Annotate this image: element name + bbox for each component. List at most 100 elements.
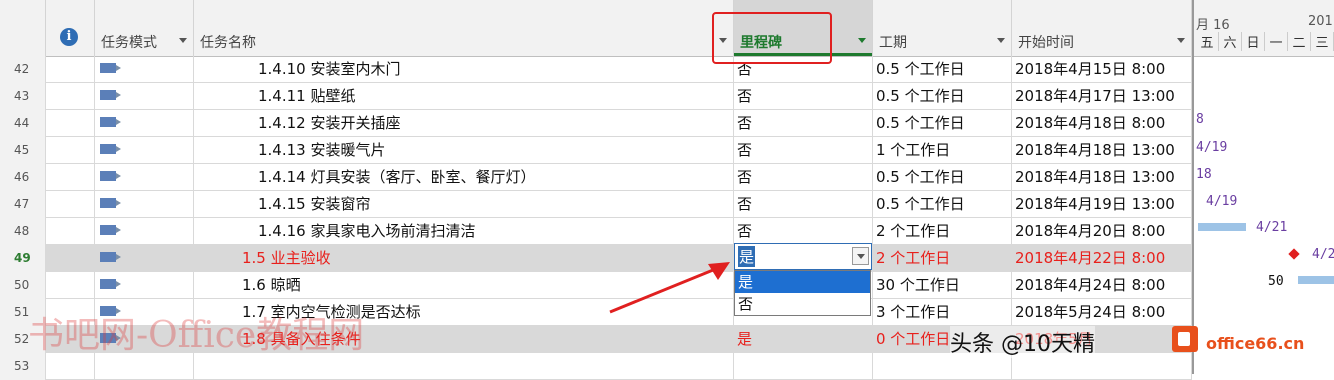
info-cell[interactable]	[46, 137, 95, 164]
gantt-bar-50[interactable]	[1298, 276, 1334, 284]
gantt-bar-48[interactable]	[1198, 223, 1246, 231]
task-name-cell[interactable]: 1.4.16 家具家电入场前清扫清洁	[194, 218, 734, 245]
watermark-author: 头条 @10天精	[950, 326, 1095, 358]
row-number: 50	[0, 272, 46, 299]
milestone-cell[interactable]: 否	[734, 83, 873, 110]
highlight-box	[712, 12, 832, 64]
dropdown-option-no[interactable]: 否	[735, 293, 870, 315]
info-cell[interactable]	[46, 245, 95, 272]
info-cell[interactable]	[46, 110, 95, 137]
info-cell[interactable]	[46, 191, 95, 218]
task-mode-cell[interactable]	[95, 137, 194, 164]
milestone-cell[interactable]	[734, 353, 873, 380]
task-name-cell[interactable]: 1.4.12 安装开关插座	[194, 110, 734, 137]
task-mode-cell[interactable]	[95, 164, 194, 191]
start-cell[interactable]: 2018年4月18日 13:00	[1012, 137, 1192, 164]
info-cell[interactable]	[46, 164, 95, 191]
table-row[interactable]: 50 1.6 晾晒 30 个工作日 2018年4月24日 8:00	[0, 272, 1192, 299]
task-name-cell[interactable]: 1.4.15 安装窗帘	[194, 191, 734, 218]
task-mode-cell[interactable]	[95, 218, 194, 245]
info-column-header[interactable]: i	[46, 0, 95, 56]
info-cell[interactable]	[46, 83, 95, 110]
duration-label: 工期	[879, 35, 907, 51]
duration-cell[interactable]: 0.5 个工作日	[873, 191, 1012, 218]
task-name-cell[interactable]: 1.4.13 安装暖气片	[194, 137, 734, 164]
row-number: 49	[0, 245, 46, 272]
dropdown-option-yes[interactable]: 是	[735, 271, 870, 293]
duration-column-header[interactable]: 工期	[873, 0, 1012, 56]
gantt-day-label: 二	[1288, 32, 1311, 51]
table-row[interactable]: 47 1.4.15 安装窗帘否 0.5 个工作日 2018年4月19日 13:00	[0, 191, 1192, 218]
task-mode-column-header[interactable]: 任务模式	[95, 0, 194, 56]
milestone-cell[interactable]: 否	[734, 137, 873, 164]
gantt-day-label: 一	[1265, 32, 1288, 51]
auto-schedule-icon	[100, 144, 121, 154]
duration-cell[interactable]: 2 个工作日	[873, 245, 1012, 272]
auto-schedule-icon	[100, 90, 121, 100]
gantt-day-label: 三	[1311, 32, 1334, 51]
task-name-cell[interactable]: 1.4.10 安装室内木门	[194, 56, 734, 83]
chevron-down-icon[interactable]	[1177, 38, 1185, 43]
milestone-cell[interactable]: 否	[734, 191, 873, 218]
task-mode-cell[interactable]	[95, 83, 194, 110]
milestone-cell[interactable]: 是	[734, 326, 873, 353]
start-label: 开始时间	[1018, 35, 1074, 51]
gantt-month-right: 201	[1308, 14, 1333, 29]
task-mode-cell[interactable]	[95, 56, 194, 83]
milestone-cell[interactable]: 否	[734, 164, 873, 191]
chevron-down-icon[interactable]	[858, 38, 866, 43]
start-cell[interactable]: 2018年5月24日 8:00	[1012, 299, 1192, 326]
table-row[interactable]: 43 1.4.11 贴壁纸否 0.5 个工作日 2018年4月17日 13:00	[0, 83, 1192, 110]
task-name-cell[interactable]: 1.4.14 灯具安装（客厅、卧室、餐厅灯）	[194, 164, 734, 191]
task-mode-cell[interactable]	[95, 245, 194, 272]
task-name-column-header[interactable]: 任务名称	[194, 0, 734, 56]
chevron-down-icon[interactable]	[997, 38, 1005, 43]
dropdown-chevron-button[interactable]	[852, 247, 869, 265]
row-number-header	[0, 0, 46, 56]
milestone-dropdown[interactable]: 是	[734, 243, 872, 270]
start-column-header[interactable]: 开始时间	[1012, 0, 1192, 56]
start-cell[interactable]: 2018年4月19日 13:00	[1012, 191, 1192, 218]
milestone-cell[interactable]: 否	[734, 110, 873, 137]
table-row[interactable]: 46 1.4.14 灯具安装（客厅、卧室、餐厅灯）否 0.5 个工作日 2018年4月…	[0, 164, 1192, 191]
duration-cell[interactable]: 3 个工作日	[873, 299, 1012, 326]
chevron-down-icon[interactable]	[179, 38, 187, 43]
table-row[interactable]: 42 1.4.10 安装室内木门否 0.5 个工作日 2018年4月15日 8:00	[0, 56, 1192, 83]
row-number: 48	[0, 218, 46, 245]
start-cell[interactable]: 2018年4月20日 8:00	[1012, 218, 1192, 245]
task-mode-label: 任务模式	[101, 35, 157, 51]
task-mode-cell[interactable]	[95, 110, 194, 137]
milestone-cell[interactable]: 否	[734, 218, 873, 245]
table-row[interactable]: 491.5 业主验收是2 个工作日2018年4月22日 8:00	[0, 245, 1192, 272]
table-row[interactable]: 44 1.4.12 安装开关插座否 0.5 个工作日 2018年4月18日 8:00	[0, 110, 1192, 137]
duration-cell[interactable]: 30 个工作日	[873, 272, 1012, 299]
duration-cell[interactable]: 0.5 个工作日	[873, 83, 1012, 110]
duration-cell[interactable]: 1 个工作日	[873, 137, 1012, 164]
task-mode-cell[interactable]	[95, 272, 194, 299]
auto-schedule-icon	[100, 171, 121, 181]
duration-cell[interactable]: 0.5 个工作日	[873, 164, 1012, 191]
start-cell[interactable]: 2018年4月17日 13:00	[1012, 83, 1192, 110]
table-row[interactable]: 48 1.4.16 家具家电入场前清扫清洁否 2 个工作日 2018年4月20日 8:…	[0, 218, 1192, 245]
info-cell[interactable]	[46, 56, 95, 83]
office-logo-text: office66.cn	[1206, 334, 1305, 353]
duration-cell[interactable]: 0.5 个工作日	[873, 56, 1012, 83]
start-cell[interactable]: 2018年4月18日 13:00	[1012, 164, 1192, 191]
info-cell[interactable]	[46, 218, 95, 245]
start-cell[interactable]: 2018年4月15日 8:00	[1012, 56, 1192, 83]
auto-schedule-icon	[100, 225, 121, 235]
duration-cell[interactable]: 0.5 个工作日	[873, 110, 1012, 137]
task-name-cell[interactable]: 1.4.11 贴壁纸	[194, 83, 734, 110]
row-number: 45	[0, 137, 46, 164]
info-cell[interactable]	[46, 272, 95, 299]
task-mode-cell[interactable]	[95, 191, 194, 218]
start-cell[interactable]: 2018年4月18日 8:00	[1012, 110, 1192, 137]
gantt-milestone-49[interactable]	[1288, 248, 1300, 260]
gantt-day-row: 五六日一二三	[1194, 32, 1334, 54]
start-cell[interactable]: 2018年4月22日 8:00	[1012, 245, 1192, 272]
table-row[interactable]: 45 1.4.13 安装暖气片否 1 个工作日 2018年4月18日 13:00	[0, 137, 1192, 164]
duration-cell[interactable]: 2 个工作日	[873, 218, 1012, 245]
office-logo-inner	[1178, 332, 1190, 346]
start-cell[interactable]: 2018年4月24日 8:00	[1012, 272, 1192, 299]
task-name-label: 任务名称	[200, 35, 256, 51]
